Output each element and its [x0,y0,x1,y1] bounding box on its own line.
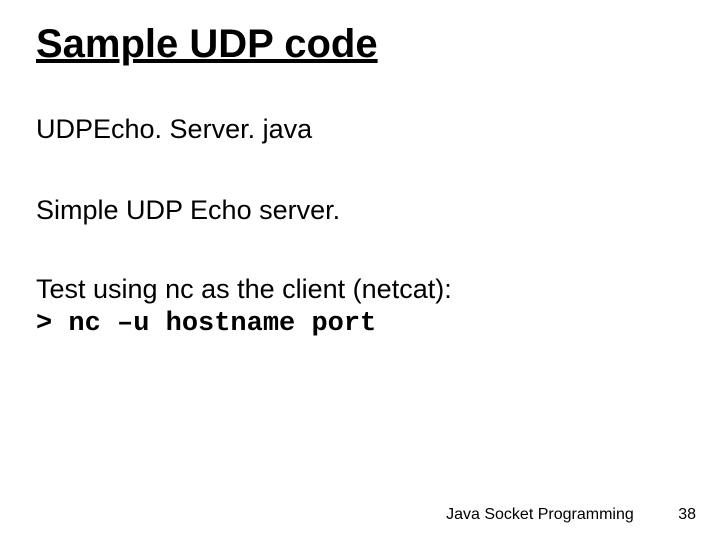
slide-title: Sample UDP code [36,22,684,66]
description-line: Simple UDP Echo server. [36,193,684,228]
footer-text: Java Socket Programming [446,506,634,523]
footer: Java Socket Programming 38 [446,506,696,524]
page-number: 38 [678,506,696,524]
slide: Sample UDP code UDPEcho. Server. java Si… [0,0,720,540]
test-instruction-line: Test using nc as the client (netcat): [36,272,684,307]
filename-line: UDPEcho. Server. java [36,112,684,147]
command-line: > nc –u hostname port [36,307,684,342]
